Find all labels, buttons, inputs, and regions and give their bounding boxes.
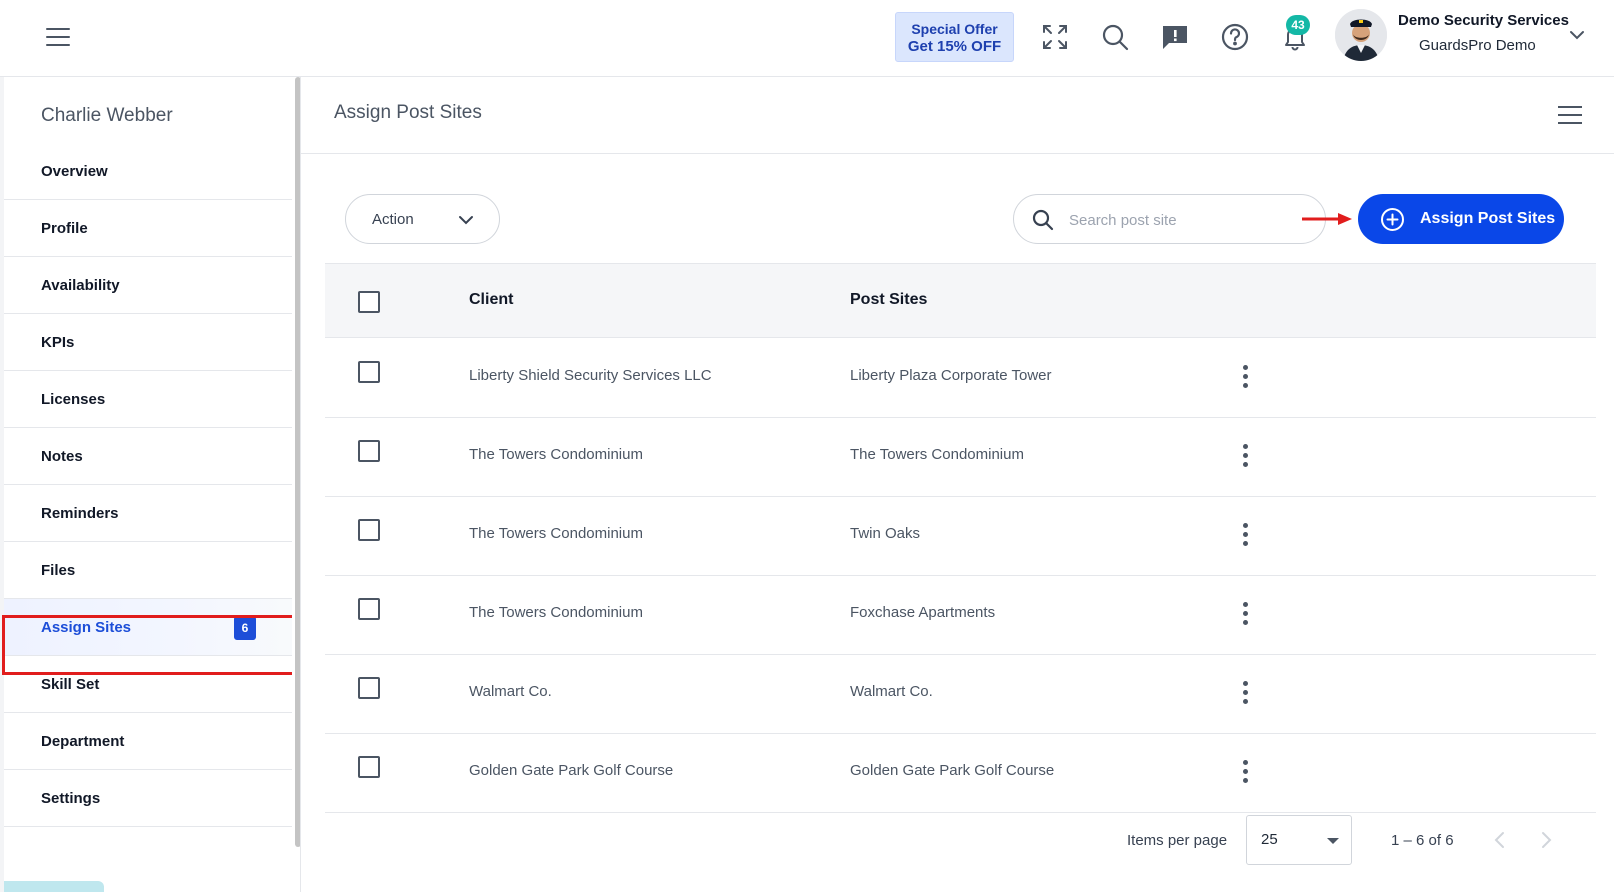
table-row: Walmart Co. Walmart Co. <box>325 655 1596 734</box>
assign-post-sites-button[interactable]: Assign Post Sites <box>1358 194 1564 244</box>
post-site-cell: Liberty Plaza Corporate Tower <box>850 367 1052 384</box>
sidebar-item-reminders[interactable]: Reminders <box>4 485 292 542</box>
sidebar: Charlie Webber Overview Profile Availabi… <box>2 77 301 892</box>
sidebar-item-label: Notes <box>41 448 83 465</box>
items-per-page-select[interactable]: 25 <box>1246 815 1352 865</box>
table-row: Golden Gate Park Golf Course Golden Gate… <box>325 734 1596 813</box>
more-options-icon[interactable] <box>1235 758 1255 786</box>
divider <box>301 153 1614 154</box>
page: Special Offer Get 15% OFF 43 Demo Securi… <box>0 0 1614 892</box>
dropdown-arrow-icon <box>1327 838 1339 844</box>
post-site-cell: Twin Oaks <box>850 525 921 542</box>
sidebar-item-label: Assign Sites <box>41 619 132 636</box>
offer-title: Special Offer <box>911 21 998 37</box>
feedback-icon[interactable] <box>1160 22 1190 52</box>
company-name: Demo Security Services <box>1398 12 1569 29</box>
table-row: The Towers Condominium Foxchase Apartmen… <box>325 576 1596 655</box>
previous-page-icon[interactable] <box>1489 829 1511 851</box>
select-all-checkbox[interactable] <box>358 291 380 313</box>
sidebar-item-label: Files <box>41 562 76 579</box>
add-circle-icon <box>1381 208 1404 231</box>
panel-menu-icon[interactable] <box>1558 105 1582 125</box>
sidebar-item-label: Department <box>41 733 125 750</box>
main-panel: Assign Post Sites Action Assign Post Sit… <box>300 77 1614 892</box>
sidebar-item-label: Licenses <box>41 391 106 408</box>
client-cell: The Towers Condominium <box>469 604 643 621</box>
sidebar-item-overview[interactable]: Overview <box>4 143 292 200</box>
client-cell: Liberty Shield Security Services LLC <box>469 367 712 384</box>
sidebar-item-label: KPIs <box>41 334 75 351</box>
top-bar: Special Offer Get 15% OFF 43 Demo Securi… <box>0 0 1614 77</box>
column-header-post-sites: Post Sites <box>850 291 928 308</box>
search-field <box>1013 194 1326 244</box>
arrow-annotation <box>1302 213 1352 225</box>
expand-icon[interactable] <box>1040 22 1070 52</box>
search-input[interactable] <box>1069 207 1309 233</box>
sidebar-item-assign-sites[interactable]: Assign Sites 6 <box>4 599 292 656</box>
help-icon[interactable] <box>1220 22 1250 52</box>
row-checkbox[interactable] <box>358 519 380 541</box>
menu-icon[interactable] <box>46 26 72 48</box>
client-cell: Walmart Co. <box>469 683 552 700</box>
sidebar-item-label: Settings <box>41 790 101 807</box>
bottom-chip <box>4 881 104 892</box>
sidebar-item-settings[interactable]: Settings <box>4 770 292 827</box>
post-site-cell: The Towers Condominium <box>850 446 1024 463</box>
special-offer-button[interactable]: Special Offer Get 15% OFF <box>895 12 1014 62</box>
search-icon <box>1032 209 1054 231</box>
sidebar-item-label: Reminders <box>41 505 119 522</box>
offer-discount: Get 15% OFF <box>907 38 1002 55</box>
search-icon[interactable] <box>1100 22 1130 52</box>
row-checkbox[interactable] <box>358 598 380 620</box>
action-dropdown[interactable]: Action <box>345 194 500 244</box>
post-site-cell: Golden Gate Park Golf Course <box>850 762 1055 779</box>
sidebar-item-notes[interactable]: Notes <box>4 428 292 485</box>
employee-name: Charlie Webber <box>41 105 173 126</box>
post-site-cell: Foxchase Apartments <box>850 604 996 621</box>
more-options-icon[interactable] <box>1235 521 1255 549</box>
items-per-page-label: Items per page <box>1127 832 1228 849</box>
sidebar-item-label: Overview <box>41 163 108 180</box>
client-cell: The Towers Condominium <box>469 525 643 542</box>
action-label: Action <box>372 211 414 228</box>
sidebar-item-licenses[interactable]: Licenses <box>4 371 292 428</box>
avatar[interactable] <box>1335 9 1387 61</box>
page-title: Assign Post Sites <box>334 102 482 123</box>
post-site-cell: Walmart Co. <box>850 683 933 700</box>
sidebar-item-files[interactable]: Files <box>4 542 292 599</box>
row-checkbox[interactable] <box>358 440 380 462</box>
row-checkbox[interactable] <box>358 677 380 699</box>
sidebar-item-department[interactable]: Department <box>4 713 292 770</box>
column-header-client: Client <box>469 291 514 308</box>
more-options-icon[interactable] <box>1235 442 1255 470</box>
sidebar-item-label: Availability <box>41 277 120 294</box>
table-row: The Towers Condominium The Towers Condom… <box>325 418 1596 497</box>
sidebar-item-availability[interactable]: Availability <box>4 257 292 314</box>
row-checkbox[interactable] <box>358 756 380 778</box>
chevron-down-icon[interactable] <box>1568 26 1586 44</box>
more-options-icon[interactable] <box>1235 363 1255 391</box>
sidebar-item-label: Profile <box>41 220 88 237</box>
notification-count-badge: 43 <box>1286 15 1310 35</box>
table-row: Liberty Shield Security Services LLC Lib… <box>325 339 1596 418</box>
row-checkbox[interactable] <box>358 361 380 383</box>
sidebar-item-skill-set[interactable]: Skill Set <box>4 656 292 713</box>
table-header: Client Post Sites <box>325 263 1596 338</box>
company-subtitle: GuardsPro Demo <box>1419 37 1536 54</box>
client-cell: The Towers Condominium <box>469 446 643 463</box>
more-options-icon[interactable] <box>1235 600 1255 628</box>
client-cell: Golden Gate Park Golf Course <box>469 762 674 779</box>
assign-sites-count-badge: 6 <box>234 616 256 640</box>
table-row: The Towers Condominium Twin Oaks <box>325 497 1596 576</box>
next-page-icon[interactable] <box>1535 829 1557 851</box>
sidebar-item-label: Skill Set <box>41 676 100 693</box>
more-options-icon[interactable] <box>1235 679 1255 707</box>
assign-button-label: Assign Post Sites <box>1420 210 1556 227</box>
sidebar-item-profile[interactable]: Profile <box>4 200 292 257</box>
sidebar-item-kpis[interactable]: KPIs <box>4 314 292 371</box>
items-per-page-value: 25 <box>1261 831 1278 848</box>
pagination-range: 1 – 6 of 6 <box>1391 832 1454 849</box>
chevron-down-icon <box>459 216 473 225</box>
